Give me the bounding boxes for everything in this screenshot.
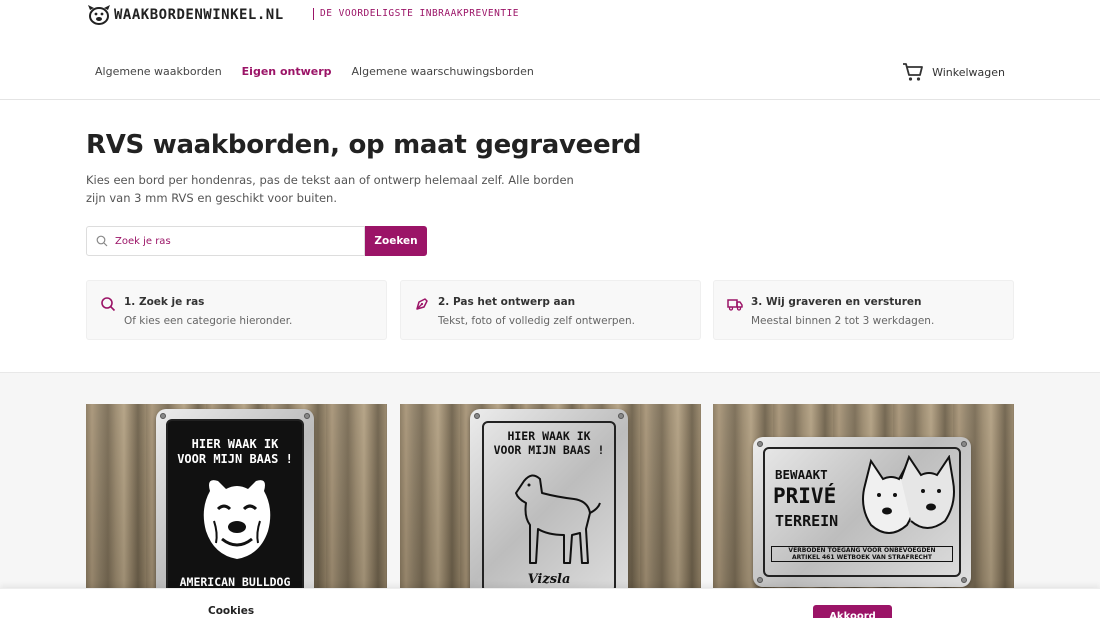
site-header: WAAKBORDENWINKEL.NL DE VOORDELIGSTE INBR… <box>0 0 1100 100</box>
screw <box>618 413 624 419</box>
nav-item-eigen-ontwerp[interactable]: Eigen ontwerp <box>242 65 332 78</box>
sign-plate: HIER WAAK IK VOOR MIJN BAAS ! Vizsla <box>470 409 628 594</box>
sign-plate: BEWAAKT PRIVÉ TERREIN VERBODEN TOEGANG V… <box>753 437 971 587</box>
pen-tool-icon <box>416 298 428 310</box>
cookie-title: Cookies <box>208 605 255 617</box>
screw <box>961 441 967 447</box>
logo-text: WAAKBORDENWINKEL.NL <box>114 7 284 23</box>
sign-plate: HIER WAAK IK VOOR MIJN BAAS ! AMERICAN B… <box>156 409 314 594</box>
search-icon <box>96 235 108 247</box>
logo[interactable]: WAAKBORDENWINKEL.NL <box>86 3 284 27</box>
sign-line: BEWAAKT <box>775 467 828 482</box>
dog-face-icon <box>88 5 110 25</box>
sign-line: PRIVÉ <box>773 484 837 508</box>
product-card-american-bulldog[interactable]: HIER WAAK IK VOOR MIJN BAAS ! AMERICAN B… <box>86 404 387 594</box>
cookie-banner: Cookies Akkoord <box>0 588 1100 618</box>
screw <box>757 441 763 447</box>
step-card-2: 2. Pas het ontwerp aan Tekst, foto of vo… <box>400 280 701 340</box>
sign-face: HIER WAAK IK VOOR MIJN BAAS ! AMERICAN B… <box>166 419 304 594</box>
sign-face: BEWAAKT PRIVÉ TERREIN VERBODEN TOEGANG V… <box>763 447 961 577</box>
bulldog-head-icon <box>203 480 271 559</box>
cart-icon <box>903 63 923 81</box>
cookie-accept-button[interactable]: Akkoord <box>813 605 892 618</box>
cart-link[interactable]: Winkelwagen <box>902 62 1005 82</box>
step-description: Meestal binnen 2 tot 3 werkdagen. <box>751 315 935 327</box>
sign-line: TERREIN <box>775 512 839 530</box>
step-title: 2. Pas het ontwerp aan <box>438 296 576 308</box>
tagline: DE VOORDELIGSTE INBRAAKPREVENTIE <box>313 8 519 20</box>
sign-header: HIER WAAK IK VOOR MIJN BAAS ! <box>493 429 605 457</box>
step-card-3: 3. Wij graveren en versturen Meestal bin… <box>713 280 1014 340</box>
page-subtitle: Kies een bord per hondenras, pas de teks… <box>86 173 574 205</box>
step-description: Of kies een categorie hieronder. <box>124 315 293 327</box>
sign-header: HIER WAAK IK VOOR MIJN BAAS ! <box>177 437 293 466</box>
sign-notice: VERBODEN TOEGANG VOOR ONBEVOEGDEN ARTIKE… <box>771 546 953 562</box>
search-button[interactable]: Zoeken <box>365 226 427 256</box>
screw <box>474 413 480 419</box>
search-input[interactable] <box>115 235 355 247</box>
product-card-bewaakt-prive-terrein[interactable]: BEWAAKT PRIVÉ TERREIN VERBODEN TOEGANG V… <box>713 404 1014 594</box>
search-icon <box>101 297 116 312</box>
step-description: Tekst, foto of volledig zelf ontwerpen. <box>438 315 636 327</box>
step-title: 1. Zoek je ras <box>124 296 205 308</box>
cart-label: Winkelwagen <box>932 65 1005 79</box>
truck-icon <box>727 299 743 311</box>
sign-face: HIER WAAK IK VOOR MIJN BAAS ! Vizsla <box>482 421 616 593</box>
nav-item-algemene-waakborden[interactable]: Algemene waakborden <box>95 65 222 78</box>
sign-footer: Vizsla <box>527 572 571 587</box>
search-box <box>86 226 365 256</box>
product-card-vizsla[interactable]: HIER WAAK IK VOOR MIJN BAAS ! Vizsla <box>400 404 701 594</box>
step-card-1: 1. Zoek je ras Of kies een categorie hie… <box>86 280 387 340</box>
page-title: RVS waakborden, op maat gegraveerd <box>86 130 642 160</box>
screw <box>160 413 166 419</box>
screw <box>961 577 967 583</box>
main-nav: Algemene waakborden Eigen ontwerp Algeme… <box>95 65 534 78</box>
dog-heads-icon <box>862 455 955 534</box>
sign-footer: AMERICAN BULLDOG <box>179 575 291 589</box>
vizsla-dog-icon <box>515 474 601 564</box>
step-title: 3. Wij graveren en versturen <box>751 296 922 308</box>
nav-item-waarschuwingsborden[interactable]: Algemene waarschuwingsborden <box>352 65 534 78</box>
screw <box>304 413 310 419</box>
screw <box>757 577 763 583</box>
